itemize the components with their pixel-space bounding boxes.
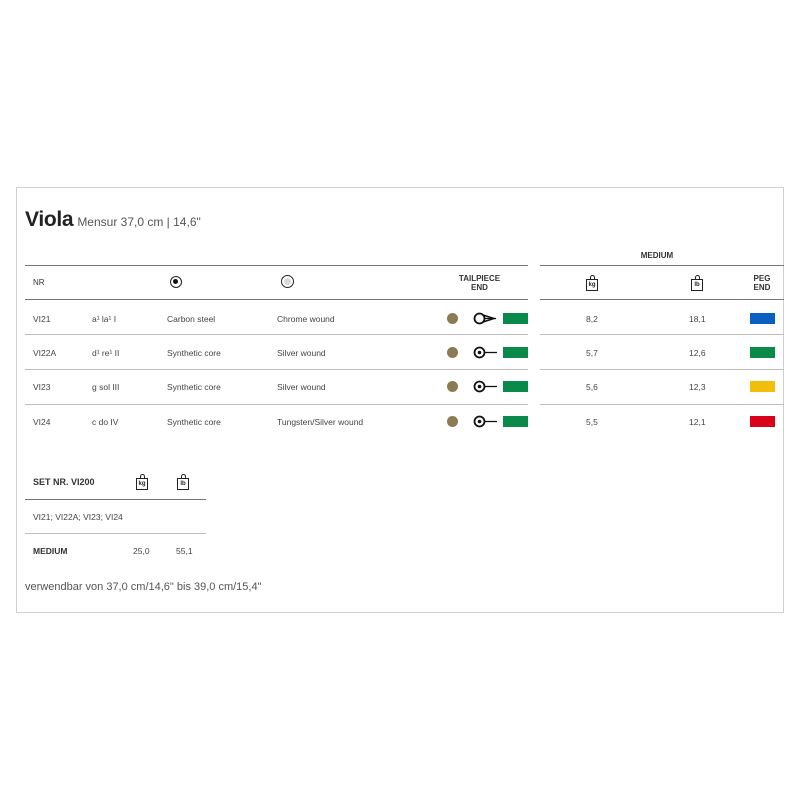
- row-note: c do IV: [92, 417, 119, 427]
- viola-string-card: Viola Mensur 37,0 cm | 14,6" NR TAILPIECE…: [16, 187, 784, 613]
- header-nr: NR: [33, 278, 45, 287]
- set-contents: VI21; VI22A; VI23; VI24: [33, 512, 123, 522]
- set-lb-weight-icon: lb: [177, 474, 189, 490]
- peg-color-bar: [750, 313, 775, 324]
- row-nr: VI23: [33, 382, 51, 392]
- row-lb: 12,6: [689, 348, 706, 358]
- row-divider: [25, 334, 528, 335]
- tailpiece-color-dot: [447, 313, 458, 324]
- row-lb: 18,1: [689, 314, 706, 324]
- scale-length: Mensur 37,0 cm | 14,6": [77, 215, 201, 229]
- ball-end-icon: [473, 415, 497, 428]
- row-nr: VI21: [33, 314, 51, 324]
- row-divider: [540, 404, 784, 405]
- header-tailpiece-end: TAILPIECE END: [458, 274, 501, 292]
- row-core: Synthetic core: [167, 348, 221, 358]
- row-winding: Chrome wound: [277, 314, 335, 324]
- row-core: Synthetic core: [167, 417, 221, 427]
- row-kg: 5,7: [586, 348, 598, 358]
- set-header-rule: [25, 499, 206, 500]
- tailpiece-color-bar: [503, 416, 528, 427]
- row-kg: 5,5: [586, 417, 598, 427]
- row-kg: 5,6: [586, 382, 598, 392]
- header-medium: MEDIUM: [640, 251, 674, 260]
- set-lb-value: 55,1: [176, 546, 193, 556]
- lb-weight-icon: lb: [691, 275, 703, 291]
- row-divider: [25, 369, 528, 370]
- ball-end-icon: [473, 380, 497, 393]
- row-lb: 12,3: [689, 382, 706, 392]
- set-tension-label: MEDIUM: [33, 546, 68, 556]
- kg-weight-icon: kg: [586, 275, 598, 291]
- usage-note: verwendbar von 37,0 cm/14,6" bis 39,0 cm…: [25, 581, 262, 593]
- set-divider: [25, 533, 206, 534]
- row-note: a¹ la¹ I: [92, 314, 117, 324]
- row-winding: Silver wound: [277, 348, 326, 358]
- row-lb: 12,1: [689, 417, 706, 427]
- row-kg: 8,2: [586, 314, 598, 324]
- instrument-name: Viola: [25, 208, 74, 231]
- set-label: SET NR. VI200: [33, 477, 95, 487]
- set-kg-weight-icon: kg: [136, 474, 148, 490]
- row-divider: [25, 404, 528, 405]
- row-core: Carbon steel: [167, 314, 216, 324]
- peg-color-bar: [750, 347, 775, 358]
- row-divider: [540, 369, 784, 370]
- row-winding: Silver wound: [277, 382, 326, 392]
- row-nr: VI24: [33, 417, 51, 427]
- row-core: Synthetic core: [167, 382, 221, 392]
- tailpiece-color-dot: [447, 381, 458, 392]
- tailpiece-color-dot: [447, 416, 458, 427]
- header-bottom-rule: [25, 299, 528, 300]
- tailpiece-color-bar: [503, 381, 528, 392]
- card-title: Viola Mensur 37,0 cm | 14,6": [25, 208, 201, 232]
- row-note: d¹ re¹ II: [92, 348, 120, 358]
- row-winding: Tungsten/Silver wound: [277, 417, 364, 427]
- tailpiece-color-bar: [503, 347, 528, 358]
- peg-color-bar: [750, 416, 775, 427]
- winding-material-icon: [281, 275, 294, 288]
- tailpiece-color-bar: [503, 313, 528, 324]
- row-note: g sol III: [92, 382, 120, 392]
- header-bottom-rule-right: [540, 299, 784, 300]
- header-top-rule: [25, 265, 528, 266]
- peg-color-bar: [750, 381, 775, 392]
- core-material-icon: [170, 276, 182, 288]
- loop-arrow-icon: [473, 312, 497, 325]
- row-divider: [540, 334, 784, 335]
- ball-end-icon: [473, 346, 497, 359]
- row-nr: VI22A: [33, 348, 57, 358]
- tailpiece-color-dot: [447, 347, 458, 358]
- set-kg-value: 25,0: [133, 546, 150, 556]
- header-top-rule-right: [540, 265, 784, 266]
- header-peg-end: PEG END: [753, 274, 771, 292]
